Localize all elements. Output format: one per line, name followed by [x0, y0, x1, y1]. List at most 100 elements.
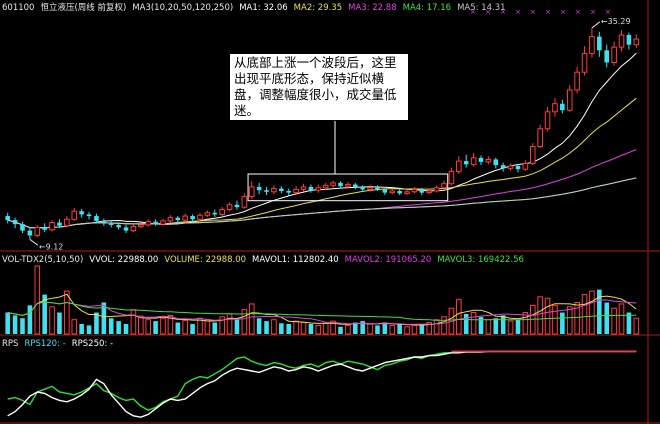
volume-bar [234, 319, 240, 334]
candle-body [308, 186, 314, 191]
volume-bar [315, 324, 322, 335]
volume-bar [71, 319, 78, 335]
volume-bar [404, 326, 410, 335]
volume-bar [160, 317, 166, 335]
volume-bar [12, 315, 18, 334]
candle-body [626, 35, 632, 45]
candle-body [411, 188, 418, 193]
candle-body [478, 157, 484, 162]
annotation-box: 从底部上涨一个波段后，这里出现平底形态，保持近似横盘，调整幅度很小，成交量低迷。 [229, 53, 409, 121]
volume-bar [175, 322, 181, 334]
candle-body [618, 34, 625, 48]
candle-body [182, 215, 188, 221]
candle-body [204, 212, 211, 216]
candle-body [574, 71, 580, 91]
event-marker: × [500, 8, 506, 16]
candle-body [108, 222, 114, 225]
volume-bar [153, 321, 158, 334]
volume-bar [560, 312, 565, 334]
candle-body [522, 163, 529, 170]
candle-body [286, 191, 292, 193]
volume-bar [522, 312, 529, 335]
volume-bar [57, 312, 62, 334]
volume-bar [212, 322, 218, 334]
candle-body [560, 103, 565, 111]
volume-bar [611, 307, 617, 335]
low-marker-line [29, 238, 39, 246]
volume-bar [138, 315, 144, 335]
event-marker: × [605, 8, 611, 16]
candle-body [581, 53, 588, 73]
candle-body [448, 171, 455, 185]
volume-bar [27, 305, 33, 334]
candle-body [20, 224, 25, 231]
volume-bar [493, 318, 499, 334]
candle-body [153, 221, 158, 225]
candle-body [212, 212, 218, 215]
high-marker-line [591, 21, 601, 29]
volume-bar [589, 290, 595, 335]
candle-body [611, 46, 617, 63]
candle-body [375, 187, 380, 190]
candle-body [382, 189, 388, 193]
volume-bar [49, 306, 55, 335]
volume-bar [367, 323, 373, 335]
event-marker: × [545, 8, 551, 16]
volume-bar [618, 303, 625, 335]
event-marker: × [530, 8, 536, 16]
high-price-label: ←35.29 [601, 17, 631, 26]
candle-body [5, 216, 10, 221]
candle-body [485, 158, 492, 163]
candle-body [12, 220, 18, 225]
candle-body [552, 103, 558, 113]
candle-body [500, 165, 506, 169]
candle-body [300, 186, 307, 190]
candle-body [352, 184, 358, 187]
volume-bar [264, 321, 269, 334]
volume-bar [338, 326, 343, 334]
candle-body [537, 128, 543, 148]
candle-body [367, 187, 373, 190]
candle-body [293, 188, 299, 194]
candle-body [470, 157, 477, 165]
candle-body [219, 209, 225, 215]
candle-body [256, 186, 262, 191]
volume-bar [145, 319, 152, 335]
candle-body [330, 182, 336, 186]
candle-body [234, 204, 240, 208]
candle-body [145, 221, 152, 226]
volume-bar [581, 294, 588, 335]
event-marker: × [560, 8, 566, 16]
candle-body [529, 146, 536, 165]
candle-body [271, 188, 277, 193]
candle-body [515, 165, 521, 170]
volume-bar [5, 312, 10, 334]
event-marker: × [515, 8, 521, 16]
event-marker: × [470, 8, 476, 16]
volume-bar [544, 297, 551, 335]
candle-body [130, 226, 137, 232]
volume-bar [20, 318, 25, 334]
candle-body [419, 189, 425, 193]
candle-body [42, 227, 47, 230]
candle-body [27, 230, 33, 236]
candle-body [397, 191, 402, 194]
volume-bar [397, 323, 402, 334]
volume-bar [116, 321, 121, 334]
candle-body [57, 222, 62, 226]
candle-body [190, 216, 195, 220]
candle-body [315, 187, 322, 191]
candle-body [633, 38, 640, 46]
volume-bar [123, 323, 129, 334]
volume-bar [79, 323, 84, 334]
volume-bar [94, 312, 99, 334]
volume-bar [286, 323, 292, 334]
volume-bar [241, 309, 248, 335]
candle-body [345, 184, 351, 187]
candle-body [86, 214, 92, 217]
candle-body [493, 159, 499, 166]
candle-body [138, 224, 144, 228]
candle-body [101, 220, 107, 223]
volume-bar [322, 322, 329, 335]
candle-body [279, 188, 284, 191]
